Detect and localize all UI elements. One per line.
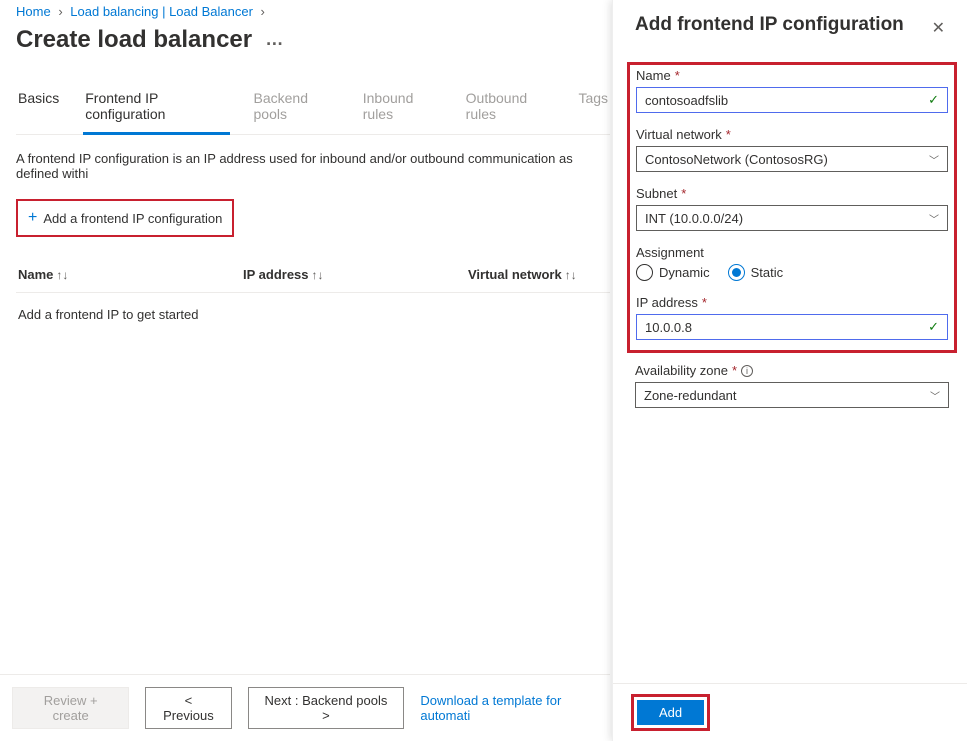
breadcrumb: Home › Load balancing | Load Balancer › xyxy=(16,4,610,19)
add-frontend-ip-panel: Add frontend IP configuration ✕ Name* co… xyxy=(612,0,967,741)
close-icon[interactable]: ✕ xyxy=(928,14,949,42)
sort-icon: ↑↓ xyxy=(56,268,68,282)
tab-backend-pools[interactable]: Backend pools xyxy=(252,82,339,135)
chevron-right-icon: › xyxy=(58,4,62,19)
tabs: Basics Frontend IP configuration Backend… xyxy=(16,82,610,135)
assignment-label: Assignment xyxy=(636,245,948,260)
add-frontend-ip-label: Add a frontend IP configuration xyxy=(43,211,222,226)
empty-state-row: Add a frontend IP to get started xyxy=(16,293,610,336)
tab-description: A frontend IP configuration is an IP add… xyxy=(16,151,610,181)
ip-label: IP address* xyxy=(636,295,948,310)
next-button[interactable]: Next : Backend pools > xyxy=(248,687,405,729)
radio-icon xyxy=(636,264,653,281)
chevron-down-icon: ﹀ xyxy=(929,152,939,167)
highlight-add-button: Add xyxy=(631,694,710,731)
chevron-down-icon: ﹀ xyxy=(929,211,939,226)
tab-outbound-rules[interactable]: Outbound rules xyxy=(464,82,555,135)
more-icon[interactable]: … xyxy=(265,29,283,49)
sort-icon: ↑↓ xyxy=(565,268,577,282)
zone-label: Availability zone* i xyxy=(635,363,949,378)
subnet-select[interactable]: INT (10.0.0.0/24) ﹀ xyxy=(636,205,948,231)
tab-basics[interactable]: Basics xyxy=(16,82,61,135)
chevron-down-icon: ﹀ xyxy=(930,388,940,403)
previous-button[interactable]: < Previous xyxy=(145,687,231,729)
plus-icon: + xyxy=(28,209,37,227)
name-label: Name* xyxy=(636,68,948,83)
breadcrumb-loadbalancing[interactable]: Load balancing | Load Balancer xyxy=(70,4,253,19)
page-title: Create load balancer … xyxy=(16,23,610,54)
breadcrumb-home[interactable]: Home xyxy=(16,4,51,19)
tab-inbound-rules[interactable]: Inbound rules xyxy=(361,82,442,135)
col-ip[interactable]: IP address↑↓ xyxy=(243,267,468,282)
add-frontend-ip-button[interactable]: + Add a frontend IP configuration xyxy=(24,205,226,231)
tab-frontend-ip-configuration[interactable]: Frontend IP configuration xyxy=(83,82,229,135)
name-input[interactable]: contosoadfslib ✓ xyxy=(636,87,948,113)
wizard-footer: Review + create < Previous Next : Backen… xyxy=(0,674,610,741)
download-template-link[interactable]: Download a template for automati xyxy=(420,693,610,723)
highlight-form-fields: Name* contosoadfslib ✓ Virtual network* … xyxy=(627,62,957,353)
check-icon: ✓ xyxy=(928,92,939,108)
assignment-dynamic-radio[interactable]: Dynamic xyxy=(636,264,710,281)
vnet-select[interactable]: ContosoNetwork (ContososRG) ﹀ xyxy=(636,146,948,172)
radio-icon xyxy=(728,264,745,281)
assignment-static-radio[interactable]: Static xyxy=(728,264,784,281)
add-button[interactable]: Add xyxy=(637,700,704,725)
tab-tags[interactable]: Tags xyxy=(576,82,610,135)
subnet-label: Subnet* xyxy=(636,186,948,201)
ip-input[interactable]: 10.0.0.8 ✓ xyxy=(636,314,948,340)
col-name[interactable]: Name↑↓ xyxy=(18,267,243,282)
review-create-button: Review + create xyxy=(12,687,129,729)
panel-title: Add frontend IP configuration xyxy=(635,14,904,36)
main-content: Home › Load balancing | Load Balancer › … xyxy=(0,0,610,741)
panel-footer: Add xyxy=(613,683,967,741)
check-icon: ✓ xyxy=(928,319,939,335)
col-vnet[interactable]: Virtual network↑↓ xyxy=(468,267,610,282)
vnet-label: Virtual network* xyxy=(636,127,948,142)
highlight-add-frontend: + Add a frontend IP configuration xyxy=(16,199,234,237)
zone-select[interactable]: Zone-redundant ﹀ xyxy=(635,382,949,408)
info-icon[interactable]: i xyxy=(741,365,753,377)
chevron-right-icon: › xyxy=(261,4,265,19)
grid-header: Name↑↓ IP address↑↓ Virtual network↑↓ xyxy=(16,255,610,293)
sort-icon: ↑↓ xyxy=(312,268,324,282)
